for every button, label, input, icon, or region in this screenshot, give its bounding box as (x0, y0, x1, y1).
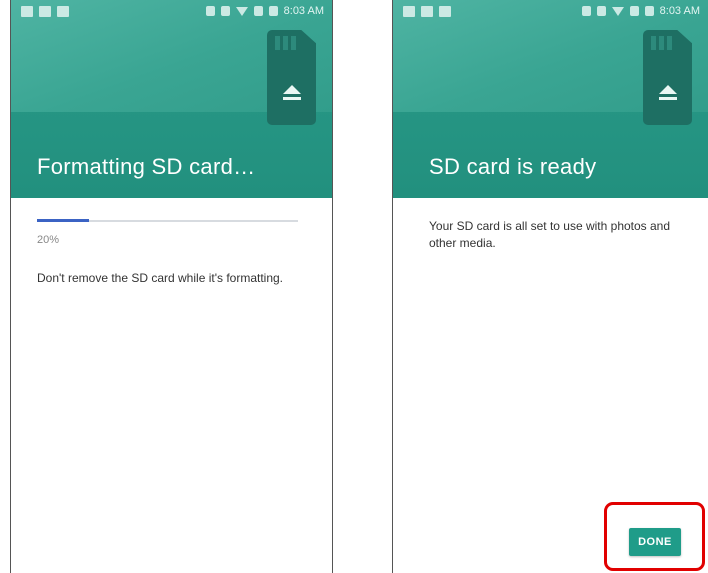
app-notification-icon (57, 6, 69, 17)
formatting-screen: 8:03 AM Formatting SD card… 20% Don't re… (10, 0, 333, 573)
image-notification-icon (39, 6, 51, 17)
done-button[interactable]: DONE (629, 528, 681, 556)
battery-icon (268, 6, 278, 16)
status-bar: 8:03 AM (393, 0, 708, 26)
bluetooth-icon (205, 6, 215, 16)
image-notification-icon (403, 6, 415, 17)
header-banner: 8:03 AM Formatting SD card… (11, 0, 332, 198)
app-notification-icon (439, 6, 451, 17)
status-bar: 8:03 AM (11, 0, 332, 26)
format-progress-bar (37, 219, 298, 222)
signal-icon (253, 6, 263, 16)
warning-message: Don't remove the SD card while it's form… (37, 271, 284, 285)
wifi-icon (235, 6, 248, 16)
status-time: 8:03 AM (659, 5, 700, 17)
sim-icon (421, 6, 433, 17)
wifi-icon (611, 6, 624, 16)
sd-card-icon (643, 30, 692, 125)
vibrate-icon (220, 6, 230, 16)
progress-percent-label: 20% (37, 234, 60, 246)
bluetooth-icon (581, 6, 591, 16)
progress-fill (37, 219, 90, 222)
status-time: 8:03 AM (283, 5, 324, 17)
signal-icon (629, 6, 639, 16)
vibrate-icon (596, 6, 606, 16)
ready-message: Your SD card is all set to use with phot… (429, 219, 671, 250)
header-banner: 8:03 AM SD card is ready (393, 0, 708, 198)
sim-icon (21, 6, 33, 17)
eject-icon (657, 85, 679, 105)
page-title: SD card is ready (429, 154, 597, 179)
ready-screen: 8:03 AM SD card is ready Your SD card is… (392, 0, 708, 573)
page-title: Formatting SD card… (37, 154, 256, 179)
eject-icon (281, 85, 303, 105)
battery-icon (644, 6, 654, 16)
sd-card-icon (267, 30, 316, 125)
